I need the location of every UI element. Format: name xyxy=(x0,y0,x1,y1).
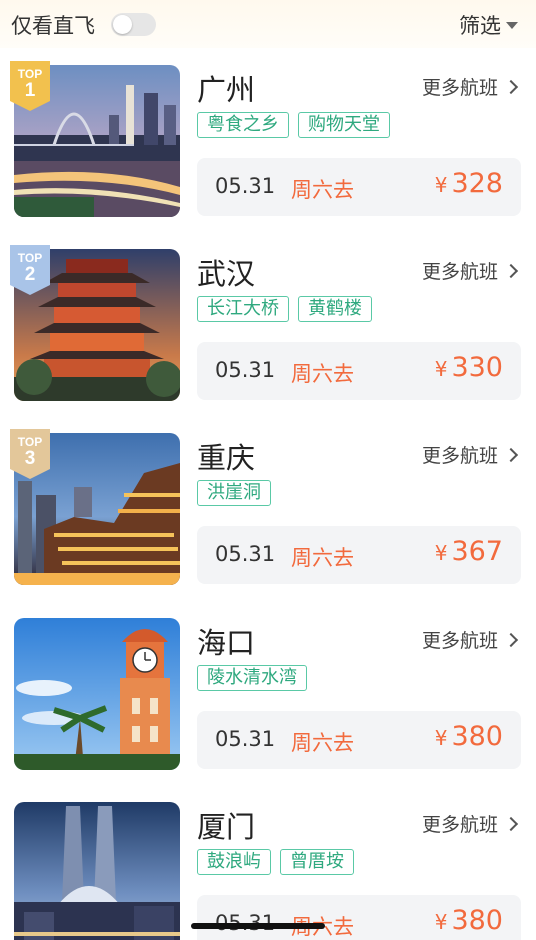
price: ¥380 xyxy=(435,905,503,936)
more-flights-label: 更多航班 xyxy=(421,630,498,652)
price-amount: 380 xyxy=(451,721,503,752)
top-filter-bar: 仅看直飞 筛选 xyxy=(0,0,536,48)
price-amount: 380 xyxy=(451,905,503,936)
currency-symbol: ¥ xyxy=(434,357,448,381)
city-name: 重庆 xyxy=(197,441,256,475)
fare-box[interactable]: 05.31 周六去 ¥380 xyxy=(197,895,521,940)
rank-number: 1 xyxy=(24,80,36,101)
destination-card[interactable]: TOP 2 武汉 更多航班 长江大桥 黄鹤楼 05.31 周六去 ¥330 xyxy=(0,245,536,433)
feature-tag: 粤食之乡 xyxy=(197,112,289,138)
tag-list: 陵水清水湾 xyxy=(197,665,316,691)
price: ¥367 xyxy=(435,536,503,567)
feature-tag: 鼓浪屿 xyxy=(197,849,271,875)
city-name: 广州 xyxy=(197,73,256,107)
rank-number: 2 xyxy=(24,264,36,285)
destination-card[interactable]: 海口 更多航班 陵水清水湾 05.31 周六去 ¥380 xyxy=(0,618,536,802)
filter-button[interactable]: 筛选 xyxy=(459,10,518,40)
chevron-right-icon xyxy=(503,79,519,94)
fare-box[interactable]: 05.31 周六去 ¥328 xyxy=(197,158,521,216)
more-flights-link[interactable]: 更多航班 xyxy=(421,626,519,653)
feature-tag: 长江大桥 xyxy=(197,296,289,322)
caret-down-icon xyxy=(506,21,518,29)
price-amount: 328 xyxy=(451,168,503,199)
tag-list: 粤食之乡 购物天堂 xyxy=(197,112,399,138)
rank-number: 3 xyxy=(24,448,36,469)
city-name: 武汉 xyxy=(197,257,256,291)
more-flights-link[interactable]: 更多航班 xyxy=(421,73,519,100)
chevron-right-icon xyxy=(503,816,519,831)
price: ¥328 xyxy=(435,168,503,199)
feature-tag: 陵水清水湾 xyxy=(197,665,307,691)
top-rank-badge: TOP 2 xyxy=(10,245,50,295)
top-rank-badge: TOP 1 xyxy=(10,61,50,111)
fare-box[interactable]: 05.31 周六去 ¥367 xyxy=(197,526,521,584)
currency-symbol: ¥ xyxy=(434,541,448,565)
more-flights-label: 更多航班 xyxy=(421,261,498,283)
direct-only-label: 仅看直飞 xyxy=(11,14,95,38)
departure-weekday: 周六去 xyxy=(291,362,354,386)
tag-list: 长江大桥 黄鹤楼 xyxy=(197,296,381,322)
more-flights-link[interactable]: 更多航班 xyxy=(421,257,519,284)
city-name: 海口 xyxy=(197,626,256,660)
direct-only-toggle[interactable] xyxy=(111,13,156,36)
fare-box[interactable]: 05.31 周六去 ¥380 xyxy=(197,711,521,769)
currency-symbol: ¥ xyxy=(434,910,448,934)
more-flights-link[interactable]: 更多航班 xyxy=(421,810,519,837)
feature-tag: 黄鹤楼 xyxy=(298,296,372,322)
departure-weekday: 周六去 xyxy=(291,178,354,202)
departure-weekday: 周六去 xyxy=(291,546,354,570)
destination-photo xyxy=(14,802,180,940)
top-label: TOP xyxy=(17,435,43,449)
city-name: 厦门 xyxy=(197,810,256,844)
destination-card[interactable]: TOP 3 重庆 更多航班 洪崖洞 05.31 周六去 ¥367 xyxy=(0,429,536,617)
chevron-right-icon xyxy=(503,263,519,278)
tag-list: 洪崖洞 xyxy=(197,480,280,506)
top-rank-badge: TOP 3 xyxy=(10,429,50,479)
destination-card[interactable]: 厦门 更多航班 鼓浪屿 曾厝垵 05.31 周六去 ¥380 xyxy=(0,802,536,940)
feature-tag: 曾厝垵 xyxy=(280,849,354,875)
price-amount: 367 xyxy=(451,536,503,567)
destination-card[interactable]: TOP 1 广州 更多航班 粤食之乡 购物天堂 05.31 周六去 ¥328 xyxy=(0,61,536,249)
toggle-knob xyxy=(113,15,132,34)
feature-tag: 洪崖洞 xyxy=(197,480,271,506)
fare-box[interactable]: 05.31 周六去 ¥330 xyxy=(197,342,521,400)
destination-photo xyxy=(14,618,180,770)
top-label: TOP xyxy=(17,251,43,265)
departure-date: 05.31 xyxy=(215,174,276,198)
departure-date: 05.31 xyxy=(215,542,276,566)
tag-list: 鼓浪屿 曾厝垵 xyxy=(197,849,363,875)
filter-label: 筛选 xyxy=(459,14,501,38)
more-flights-label: 更多航班 xyxy=(421,814,498,836)
currency-symbol: ¥ xyxy=(434,726,448,750)
price: ¥380 xyxy=(435,721,503,752)
departure-weekday: 周六去 xyxy=(291,731,354,755)
price-amount: 330 xyxy=(451,352,503,383)
top-label: TOP xyxy=(17,67,43,81)
more-flights-link[interactable]: 更多航班 xyxy=(421,441,519,468)
price: ¥330 xyxy=(435,352,503,383)
more-flights-label: 更多航班 xyxy=(421,445,498,467)
departure-date: 05.31 xyxy=(215,358,276,382)
departure-date: 05.31 xyxy=(215,727,276,751)
more-flights-label: 更多航班 xyxy=(421,77,498,99)
feature-tag: 购物天堂 xyxy=(298,112,390,138)
chevron-right-icon xyxy=(503,632,519,647)
currency-symbol: ¥ xyxy=(434,173,448,197)
home-indicator[interactable] xyxy=(191,923,325,929)
chevron-right-icon xyxy=(503,447,519,462)
